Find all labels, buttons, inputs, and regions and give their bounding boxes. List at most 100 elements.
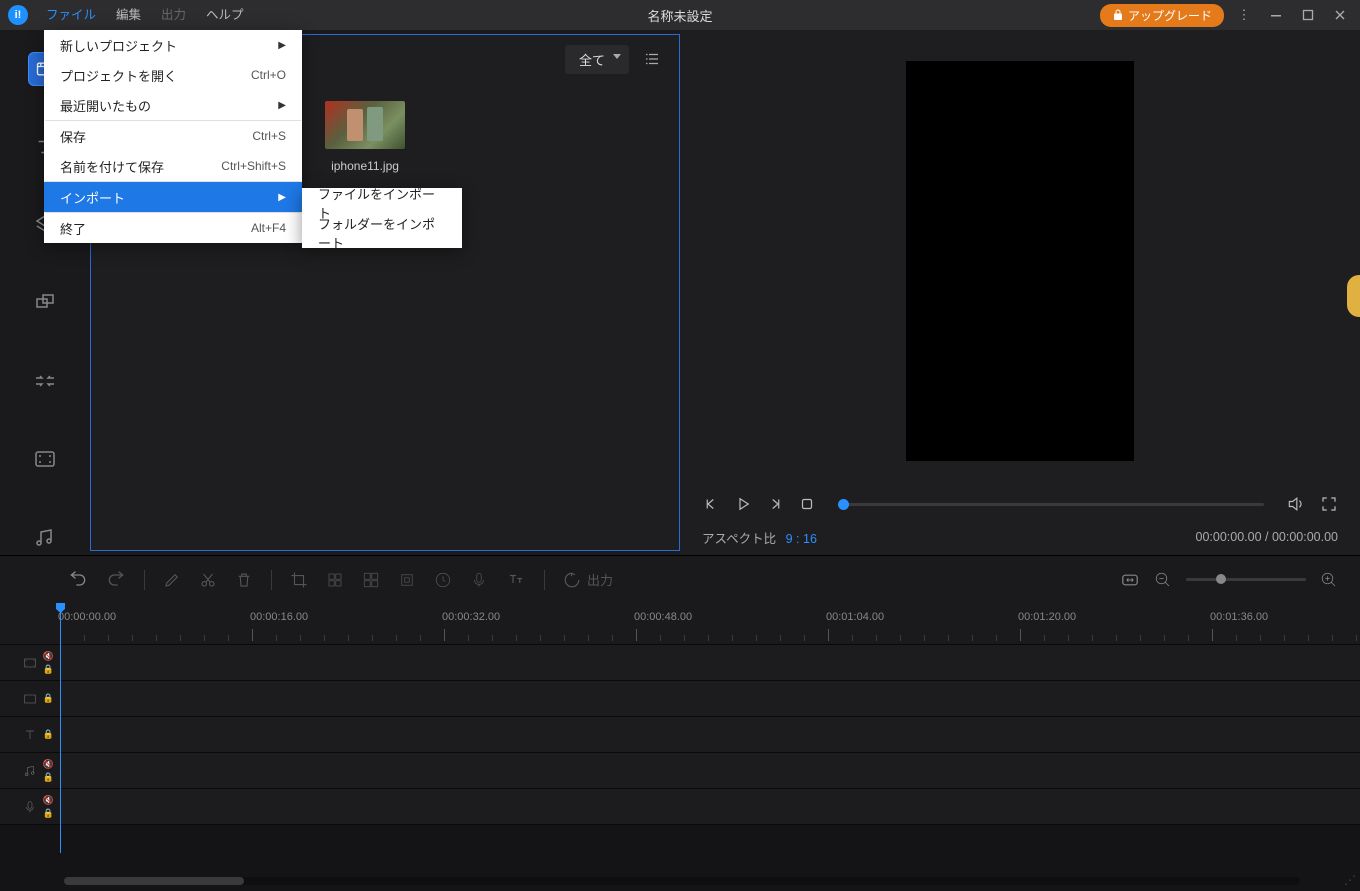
crop-button[interactable] [290,571,308,589]
timecode: 00:00:00.00 / 00:00:00.00 [1196,530,1339,544]
lock-icon[interactable]: 🔒 [43,693,54,704]
list-view-icon[interactable] [643,50,661,68]
export-button[interactable]: 出力 [563,570,613,589]
rail-element[interactable] [28,442,62,476]
track-audio[interactable]: 🔇🔒 [0,753,1360,789]
play-button[interactable] [734,495,752,513]
minimize-button[interactable] [1264,3,1288,27]
timeline: 00:00:00.0000:00:16.0000:00:32.0000:00:4… [0,603,1360,891]
track-text[interactable]: 🔒 [0,717,1360,753]
menu-import[interactable]: インポート ▶ [44,182,302,212]
more-button[interactable]: ⋮ [1232,3,1256,27]
menu-new-project[interactable]: 新しいプロジェクト ▶ [44,30,302,60]
menu-save-as[interactable]: 名前を付けて保存 Ctrl+Shift+S [44,151,302,181]
film-icon [22,655,38,671]
split-button[interactable] [362,571,380,589]
preview-controls [702,479,1338,519]
playhead[interactable] [60,603,61,853]
scrollbar-thumb[interactable] [64,877,244,885]
menu-edit[interactable]: 編集 [106,0,151,30]
rail-overlay[interactable] [28,286,62,320]
mosaic-button[interactable] [326,571,344,589]
window-title: 名称未設定 [647,6,712,25]
menu-file[interactable]: ファイル [36,0,106,30]
track-video-1[interactable]: 🔇🔒 [0,645,1360,681]
zoom-handle[interactable] [1216,574,1226,584]
maximize-button[interactable] [1296,3,1320,27]
menu-output[interactable]: 出力 [151,0,196,30]
cut-button[interactable] [199,571,217,589]
redo-button[interactable] [106,570,126,590]
close-button[interactable] [1328,3,1352,27]
titlebar: i! ファイル 編集 出力 ヘルプ 名称未設定 アップグレード ⋮ [0,0,1360,30]
mute-icon[interactable]: 🔇 [43,759,54,770]
rail-audio[interactable] [28,520,62,554]
menu-save[interactable]: 保存 Ctrl+S [44,121,302,151]
side-panel-toggle[interactable] [1347,275,1360,317]
menu-save-label: 保存 [60,127,86,146]
seek-handle[interactable] [838,499,849,510]
track-head[interactable]: 🔒 [0,717,60,752]
media-thumbnail [325,101,405,149]
undo-button[interactable] [68,570,88,590]
menu-help[interactable]: ヘルプ [196,0,254,30]
file-menu-dropdown: 新しいプロジェクト ▶ プロジェクトを開く Ctrl+O 最近開いたもの ▶ 保… [44,30,302,243]
voice-button[interactable] [470,571,488,589]
lock-icon[interactable]: 🔒 [43,772,54,783]
upgrade-button[interactable]: アップグレード [1100,4,1224,27]
next-frame-button[interactable] [766,495,784,513]
media-item[interactable]: iphone11.jpg [325,101,405,173]
zoom-in-button[interactable] [1320,571,1338,589]
zoom-out-button[interactable] [1154,571,1172,589]
lock-icon [1112,9,1124,21]
lock-icon[interactable]: 🔒 [43,664,54,675]
track-video-2[interactable]: 🔒 [0,681,1360,717]
menu-exit[interactable]: 終了 Alt+F4 [44,213,302,243]
film-icon [22,691,38,707]
timeline-toolbar: 出力 [0,555,1360,603]
menu-exit-label: 終了 [60,219,86,238]
track-head[interactable]: 🔇🔒 [0,753,60,788]
prev-frame-button[interactable] [702,495,720,513]
stop-button[interactable] [798,495,816,513]
submenu-import-folder[interactable]: フォルダーをインポート [302,218,462,248]
menu-open-project[interactable]: プロジェクトを開く Ctrl+O [44,60,302,90]
track-voice[interactable]: 🔇🔒 [0,789,1360,825]
lock-icon[interactable]: 🔒 [43,729,54,740]
edit-button[interactable] [163,571,181,589]
shortcut-label: Ctrl+Shift+S [221,159,286,173]
track-head[interactable]: 🔇🔒 [0,789,60,824]
rail-transition[interactable] [28,364,62,398]
aspect-ratio-value[interactable]: 9 : 16 [786,532,817,546]
lock-icon[interactable]: 🔒 [43,808,54,819]
media-filter-dropdown[interactable]: 全て [565,45,629,74]
submenu-arrow-icon: ▶ [278,100,286,111]
menu-recent-label: 最近開いたもの [60,96,151,115]
resize-grip[interactable]: ⋰ [1344,873,1356,887]
time-ruler[interactable]: 00:00:00.0000:00:16.0000:00:32.0000:00:4… [0,603,1360,645]
volume-button[interactable] [1286,494,1306,514]
menu-recent[interactable]: 最近開いたもの ▶ [44,90,302,120]
fit-button[interactable] [1120,572,1140,588]
mute-icon[interactable]: 🔇 [43,651,54,662]
zoom-slider[interactable] [1186,578,1306,581]
time-tick-label: 00:00:16.00 [250,611,308,623]
track-head[interactable]: 🔇🔒 [0,645,60,680]
text-icon [22,727,38,743]
preview-seek-slider[interactable] [838,503,1264,506]
mute-icon[interactable]: 🔇 [43,795,54,806]
time-tick-label: 00:01:36.00 [1210,611,1268,623]
timeline-scrollbar[interactable] [64,877,1300,885]
menu-import-label: インポート [60,188,125,207]
toolbar-divider [544,570,545,590]
text-tool-button[interactable] [506,571,526,589]
freeze-button[interactable] [398,571,416,589]
media-item-name: iphone11.jpg [331,159,399,173]
aspect-ratio-label: アスペクト比 [702,532,776,546]
fullscreen-button[interactable] [1320,495,1338,513]
track-head[interactable]: 🔒 [0,681,60,716]
delete-button[interactable] [235,571,253,589]
preview-canvas [906,61,1134,461]
speed-button[interactable] [434,571,452,589]
tracks: 🔇🔒 🔒 🔒 🔇🔒 🔇🔒 [0,645,1360,825]
